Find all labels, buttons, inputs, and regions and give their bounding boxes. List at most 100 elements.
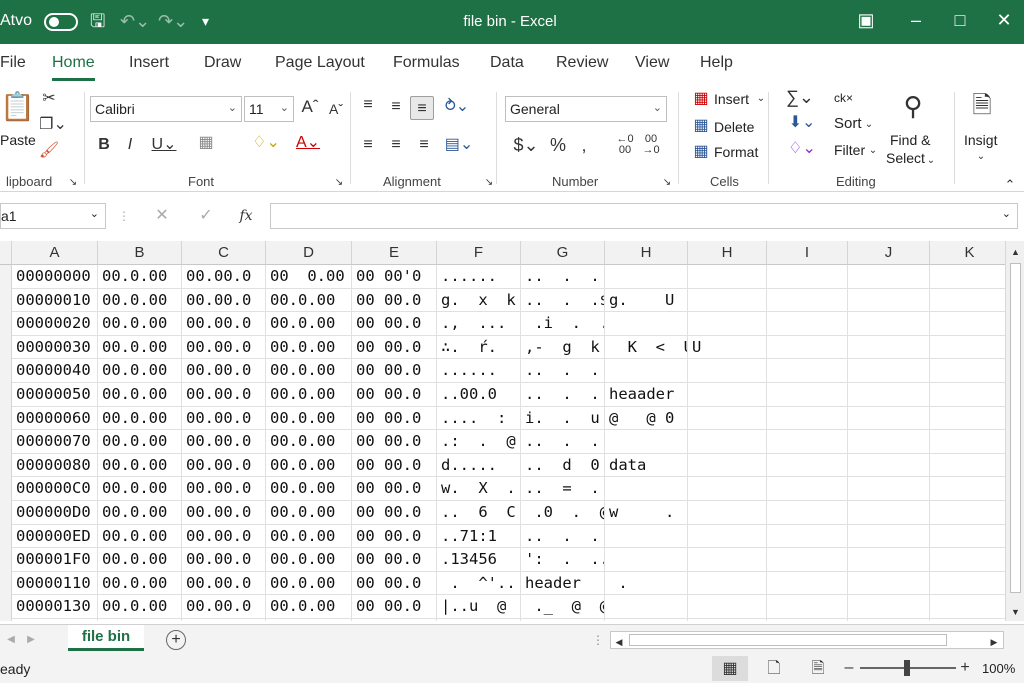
cell[interactable]: @ @ 0	[605, 406, 688, 431]
zoom-slider-thumb[interactable]	[904, 660, 910, 676]
cell[interactable]	[437, 619, 521, 621]
cell[interactable]: 00.00.0	[182, 571, 266, 596]
horizontal-scrollbar[interactable]: ◀ ▶	[610, 631, 1004, 649]
autosave-toggle[interactable]	[44, 13, 78, 31]
column-header[interactable]: H	[605, 241, 688, 265]
scroll-down-icon[interactable]: ▼	[1010, 603, 1021, 621]
insert-function-icon[interactable]: fx	[236, 207, 256, 225]
cell[interactable]: .0 . @	[521, 501, 605, 525]
zoom-in-icon[interactable]: +	[958, 659, 972, 677]
cell[interactable]	[767, 312, 848, 336]
cell[interactable]: 00.0.00	[266, 406, 352, 431]
column-header[interactable]: E	[352, 241, 437, 265]
cell[interactable]: 00.00.0	[182, 430, 266, 454]
cell[interactable]: 00.0.00	[98, 383, 182, 407]
select-all-corner[interactable]	[0, 241, 12, 265]
cancel-icon[interactable]: ✕	[152, 207, 172, 225]
cell[interactable]: 00.00.0	[182, 406, 266, 431]
cell[interactable]	[930, 359, 1005, 383]
cell[interactable]	[767, 595, 848, 619]
cell[interactable]: 00.0.00	[98, 359, 182, 383]
cell[interactable]: ': . ..	[521, 548, 605, 572]
font-size-select[interactable]: 11 ⌄	[244, 96, 294, 122]
cell[interactable]: 00 00.0	[352, 548, 437, 572]
cell[interactable]: U	[688, 335, 767, 360]
paste-label[interactable]: Paste	[0, 132, 36, 148]
cell[interactable]	[605, 265, 688, 289]
cell[interactable]: 00.0.00	[266, 571, 352, 596]
cell[interactable]	[767, 288, 848, 313]
cell[interactable]	[605, 477, 688, 501]
cell[interactable]: 00000010	[12, 288, 98, 313]
cell[interactable]	[848, 406, 930, 431]
cell[interactable]	[930, 289, 1005, 313]
cell[interactable]	[605, 619, 688, 621]
cell[interactable]: 00.0.00	[266, 312, 352, 336]
cell[interactable]	[688, 548, 767, 572]
cell[interactable]: 00.0.00	[98, 265, 182, 289]
cell[interactable]: 00000070	[12, 430, 98, 454]
cell[interactable]: .13456	[437, 548, 521, 572]
cell[interactable]	[688, 288, 767, 313]
new-sheet-icon[interactable]: +	[166, 630, 186, 650]
cell[interactable]	[848, 288, 930, 313]
cell[interactable]	[930, 265, 1005, 289]
insert-cells-button[interactable]: Insert	[714, 91, 749, 107]
column-header[interactable]: D	[266, 241, 352, 265]
cell[interactable]	[767, 406, 848, 431]
cell[interactable]	[930, 312, 1005, 336]
increase-font-size-icon[interactable]: Aˆ	[300, 98, 320, 116]
cell[interactable]: 00.0.00	[266, 288, 352, 313]
cell[interactable]: 00 00.0	[352, 571, 437, 596]
cell[interactable]	[767, 548, 848, 572]
column-header[interactable]: G	[521, 241, 605, 265]
undo-icon[interactable]: ↶⌄	[120, 10, 150, 32]
column-header[interactable]: K	[930, 241, 1005, 265]
percent-icon[interactable]: %	[548, 136, 568, 154]
page-layout-view-icon[interactable]: 🗋	[764, 660, 784, 678]
cell[interactable]	[352, 619, 437, 621]
cell[interactable]	[930, 619, 1005, 621]
cell[interactable]	[98, 619, 182, 621]
cell[interactable]: .. . .	[521, 383, 605, 407]
cell[interactable]: 00.0.00	[266, 359, 352, 383]
cell[interactable]	[848, 312, 930, 336]
cell[interactable]: 00.0.00	[266, 335, 352, 360]
cell[interactable]: .. . .	[521, 430, 605, 454]
cell[interactable]: 00000030	[12, 335, 98, 360]
cell[interactable]	[930, 548, 1005, 572]
cell[interactable]: 00000080	[12, 453, 98, 478]
cell[interactable]: .. . .	[521, 265, 605, 289]
cell[interactable]: .. d 0	[521, 453, 605, 478]
currency-icon[interactable]: $⌄	[508, 136, 544, 154]
cell[interactable]: i. . u	[521, 406, 605, 431]
filter-button[interactable]: Filter	[834, 142, 865, 158]
cell[interactable]	[930, 454, 1005, 478]
cell[interactable]: w .	[605, 501, 688, 525]
cell[interactable]: 00.00.0	[182, 359, 266, 383]
cell[interactable]: 00.00.0	[182, 548, 266, 572]
cell[interactable]	[767, 430, 848, 454]
cell[interactable]	[688, 406, 767, 431]
cell[interactable]: 00.0.00	[266, 453, 352, 478]
column-header[interactable]: I	[767, 241, 848, 265]
cell[interactable]	[688, 453, 767, 478]
cell[interactable]: 00 00.0	[352, 430, 437, 454]
copy-icon[interactable]: ❐⌄	[38, 116, 68, 134]
cell[interactable]: 00.0.00	[98, 406, 182, 431]
cell[interactable]: 00.0.00	[266, 548, 352, 572]
cell[interactable]	[930, 572, 1005, 596]
cell[interactable]	[521, 619, 605, 621]
cell[interactable]: 00000000	[12, 265, 98, 289]
cell[interactable]	[767, 453, 848, 478]
vertical-scroll-thumb[interactable]	[1010, 263, 1021, 593]
cell[interactable]	[688, 619, 767, 621]
cell[interactable]	[605, 312, 688, 336]
cell[interactable]	[930, 501, 1005, 525]
row-headers[interactable]	[0, 265, 12, 621]
cell[interactable]: 00000060	[12, 406, 98, 431]
cell[interactable]: g. x k	[437, 288, 521, 313]
bottom-align-button[interactable]: ≡	[410, 96, 434, 120]
tab-formulas[interactable]: Formulas	[393, 54, 460, 72]
delete-cells-button[interactable]: Delete	[714, 119, 754, 135]
